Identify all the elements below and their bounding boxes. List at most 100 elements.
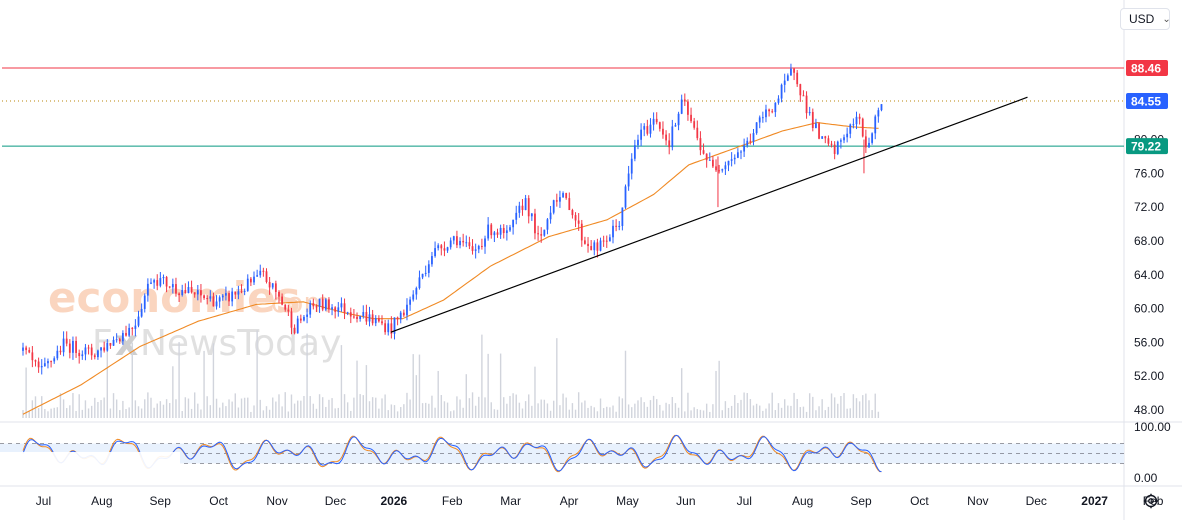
volume-bar [509, 395, 511, 418]
candle-body [484, 238, 486, 247]
price-badge-resistance: 88.46 [1126, 59, 1168, 76]
candle-body [131, 327, 134, 329]
candle-body [815, 123, 817, 129]
volume-bar [730, 405, 733, 418]
candle-body [599, 240, 602, 251]
y-tick-label: 76.00 [1134, 166, 1164, 180]
candle-body [749, 140, 752, 142]
x-tick-label: 2027 [1081, 494, 1108, 508]
candle-body [699, 138, 702, 151]
candle-body [534, 213, 536, 234]
volume-bar [72, 393, 74, 418]
candle-body [755, 122, 758, 134]
volume-bar [784, 399, 786, 418]
candle-body [368, 314, 371, 322]
volume-bar [534, 366, 536, 418]
candle-body [196, 290, 199, 295]
candle-body [109, 343, 112, 346]
candle-body [59, 350, 62, 353]
candle-body [671, 126, 674, 148]
volume-bar [840, 395, 842, 418]
candle-body [655, 118, 658, 123]
price-chart[interactable]: economies.comF x NewsToday48.0052.0056.006… [0, 0, 1182, 520]
gear-icon[interactable] [1143, 493, 1159, 509]
volume-bar [131, 342, 133, 418]
volume-bar [400, 407, 402, 418]
candle-body [349, 312, 352, 317]
volume-bar [602, 408, 605, 418]
candle-body [833, 144, 836, 154]
volume-bar [334, 408, 336, 418]
candle-body [571, 210, 574, 216]
volume-bar [649, 400, 652, 418]
candle-body [546, 219, 549, 230]
volume-bar [206, 396, 208, 418]
volume-bar [381, 398, 383, 418]
volume-bar [581, 402, 583, 418]
candle-body [246, 278, 249, 291]
volume-bar [759, 405, 761, 418]
volume-bar [81, 409, 84, 418]
candle-body [512, 219, 515, 228]
volume-bar [687, 392, 689, 418]
volume-bar [265, 406, 268, 418]
chevron-down-icon: ⌄ [1162, 13, 1171, 25]
candle-body [705, 153, 708, 161]
volume-bar [231, 401, 233, 418]
currency-selector[interactable]: USD ⌄ [1120, 8, 1171, 30]
volume-bar [471, 392, 474, 418]
candle-body [56, 350, 59, 359]
candle-body [765, 109, 767, 118]
volume-bar [147, 392, 149, 418]
volume-bar [755, 403, 758, 418]
volume-bar [543, 399, 546, 418]
candle-body [843, 137, 845, 141]
candle-body [371, 314, 374, 324]
volume-bar [456, 396, 458, 418]
x-tick-label: Jul [737, 494, 752, 508]
volume-bar [78, 394, 80, 418]
volume-bar [805, 411, 808, 418]
candle-body [449, 240, 452, 248]
volume-bar [799, 407, 802, 418]
volume-bar [415, 375, 418, 418]
volume-bar [303, 395, 305, 418]
candle-body [406, 304, 408, 316]
x-tick-label: Feb [442, 494, 463, 508]
x-tick-label: Nov [967, 494, 988, 508]
volume-bar [468, 398, 471, 418]
candle-body [412, 294, 415, 300]
candle-body [137, 316, 140, 326]
candle-body [559, 197, 561, 202]
x-tick-label: Jul [36, 494, 51, 508]
price-badge-label: 88.46 [1131, 61, 1161, 75]
volume-bar [584, 400, 586, 418]
volume-bar [203, 350, 205, 418]
volume-bar [103, 397, 105, 418]
candle-body [106, 343, 109, 351]
candle-body [518, 205, 521, 213]
candle-body [78, 352, 81, 357]
volume-bar [827, 406, 830, 418]
candle-body [312, 303, 315, 307]
support-trendline [390, 96, 1028, 333]
volume-bar [665, 402, 667, 418]
volume-bar [406, 392, 408, 418]
volume-bar [431, 395, 433, 418]
candle-body [377, 318, 380, 322]
volume-bar [818, 406, 820, 418]
volume-bar [115, 399, 118, 418]
candle-body [746, 140, 749, 146]
volume-bar [318, 394, 321, 418]
candle-body [115, 339, 118, 341]
candle-body [268, 281, 271, 288]
price-badge-current: 84.55 [1126, 93, 1168, 110]
volume-bar [112, 393, 115, 418]
currency-label: USD [1129, 12, 1155, 26]
candle-body [443, 248, 446, 251]
candle-body [318, 298, 321, 307]
volume-bar [337, 407, 339, 418]
candle-body [499, 227, 502, 235]
volume-bar [574, 409, 577, 418]
volume-bar [474, 405, 477, 418]
